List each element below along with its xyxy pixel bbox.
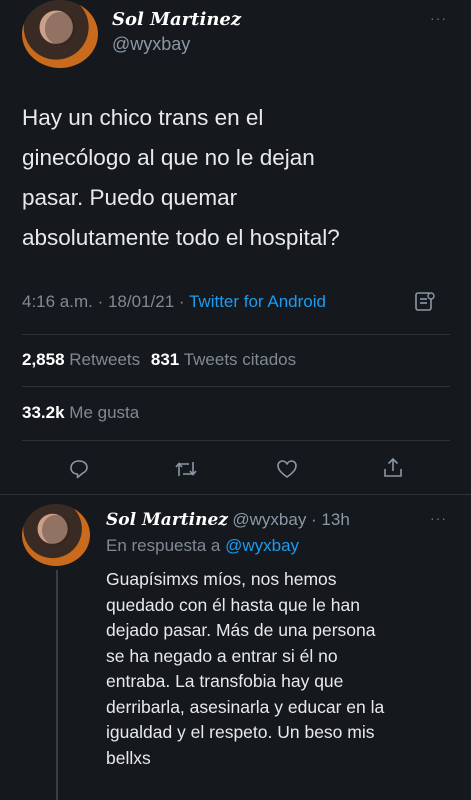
divider (22, 386, 450, 387)
quotes-count[interactable]: 831 (151, 350, 179, 369)
tweet-meta: 4:16 a.m. · 18/01/21 · Twitter for Andro… (22, 292, 326, 312)
replying-to-label: En respuesta a (106, 536, 226, 555)
reply-text-line: quedado con él hasta que le han (106, 594, 360, 615)
tweet-text-line: pasar. Puedo quemar (22, 185, 238, 210)
thread-line (56, 570, 58, 800)
divider (22, 334, 450, 335)
retweet-icon[interactable] (174, 458, 198, 480)
tweet-text-line: Hay un chico trans en el (22, 105, 264, 130)
likes-count[interactable]: 33.2k (22, 403, 65, 422)
tweet-text-line: ginecólogo al que no le dejan (22, 145, 315, 170)
like-stats: 33.2k Me gusta (22, 403, 139, 423)
reply-text-line: dejado pasar. Más de una persona (106, 620, 376, 640)
reply-header: Sol Martinez @wyxbay · 13h (106, 510, 350, 530)
reply-icon[interactable] (68, 458, 90, 480)
tweet-source[interactable]: Twitter for Android (189, 292, 326, 311)
avatar[interactable] (22, 0, 98, 68)
reply-text-line: se ha negado a entrar si él no (106, 645, 338, 666)
author-name[interactable]: Sol Martinez (112, 9, 241, 30)
tweet-text-line: absolutamente todo el hospital? (22, 225, 340, 250)
quotes-label[interactable]: Tweets citados (184, 350, 296, 369)
retweets-label[interactable]: Retweets (69, 350, 140, 369)
reply-text-line: igualdad y el respeto. Un beso mis (106, 722, 375, 742)
reply-text-line: Guapísimxs míos, nos hemos (106, 569, 337, 589)
reply-avatar[interactable] (22, 504, 90, 566)
retweet-stats: 2,858 Retweets 831 Tweets citados (22, 350, 296, 370)
analytics-icon[interactable] (414, 290, 436, 312)
reply-handle-time[interactable]: @wyxbay · 13h (232, 510, 349, 529)
retweets-count[interactable]: 2,858 (22, 350, 65, 369)
likes-label[interactable]: Me gusta (69, 403, 139, 422)
reply-text: Guapísimxs míos, nos hemos quedado con é… (106, 567, 466, 771)
reply-text-line: derribarla, asesinarla y educar en la (106, 696, 385, 717)
like-icon[interactable] (276, 458, 298, 480)
replying-to: En respuesta a @wyxbay (106, 536, 299, 556)
reply-author-name[interactable]: Sol Martinez (106, 510, 228, 530)
reply-text-line: entraba. La transfobia hay que (106, 671, 344, 691)
replying-to-handle[interactable]: @wyxbay (225, 536, 299, 555)
author-handle[interactable]: @wyxbay (112, 34, 190, 55)
divider (0, 494, 471, 495)
divider (22, 440, 450, 441)
share-icon[interactable] (382, 456, 404, 480)
reply-text-line: bellxs (106, 747, 151, 768)
more-icon[interactable]: ··· (430, 10, 447, 26)
tweet-timestamp[interactable]: 4:16 a.m. · 18/01/21 · (22, 292, 189, 311)
tweet-text: Hay un chico trans en el ginecólogo al q… (22, 98, 462, 258)
reply-more-icon[interactable]: ··· (430, 510, 447, 526)
